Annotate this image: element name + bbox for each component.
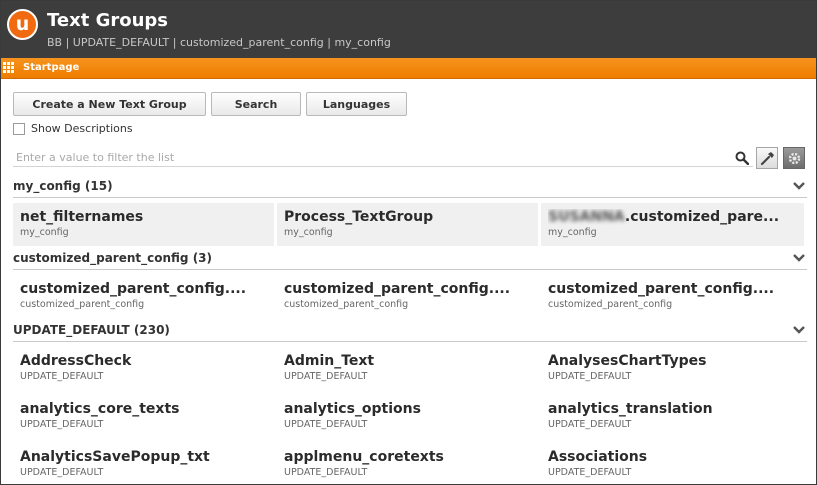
item-name: SUSANNA.customized_pare...: [548, 209, 780, 225]
filter-input[interactable]: [13, 148, 753, 167]
list-item[interactable]: AddressCheck UPDATE_DEFAULT: [13, 347, 274, 390]
list-item[interactable]: customized_parent_config.... customized_…: [13, 275, 274, 318]
search-icon[interactable]: [735, 151, 749, 165]
section-title: customized_parent_config (3): [13, 251, 213, 265]
list-item[interactable]: AnalyticsSavePopup_txt UPDATE_DEFAULT: [13, 443, 274, 484]
item-config: my_config: [284, 227, 333, 238]
chevron-down-icon[interactable]: [793, 182, 805, 190]
list-item[interactable]: applmenu_coretexts UPDATE_DEFAULT: [277, 443, 538, 484]
section-header-my-config[interactable]: my_config (15): [13, 177, 807, 198]
item-name: customized_parent_config....: [548, 281, 775, 297]
tab-startpage[interactable]: Startpage: [23, 62, 79, 73]
app-window: u Text Groups BB | UPDATE_DEFAULT | cust…: [0, 0, 817, 485]
gear-icon: [788, 152, 800, 164]
item-name: AnalysesChartTypes: [548, 353, 707, 369]
list-item[interactable]: analytics_core_texts UPDATE_DEFAULT: [13, 395, 274, 438]
item-config: UPDATE_DEFAULT: [548, 419, 632, 430]
list-item[interactable]: analytics_options UPDATE_DEFAULT: [277, 395, 538, 438]
show-descriptions-label: Show Descriptions: [31, 122, 133, 135]
list-item[interactable]: customized_parent_config.... customized_…: [277, 275, 538, 318]
item-name: analytics_core_texts: [20, 401, 180, 417]
app-header: u Text Groups BB | UPDATE_DEFAULT | cust…: [1, 1, 816, 58]
item-name: customized_parent_config....: [284, 281, 511, 297]
item-name: net_filternames: [20, 209, 144, 225]
chevron-down-icon[interactable]: [793, 254, 805, 262]
item-config: UPDATE_DEFAULT: [548, 467, 632, 478]
languages-button[interactable]: Languages: [306, 92, 407, 116]
list-item[interactable]: customized_parent_config.... customized_…: [541, 275, 804, 318]
settings-button[interactable]: [783, 147, 805, 169]
redacted-text: SUSANNA: [548, 209, 625, 225]
item-name: customized_parent_config....: [20, 281, 247, 297]
tab-bar: Startpage: [1, 58, 816, 79]
show-descriptions-checkbox[interactable]: [13, 122, 25, 135]
app-logo: u: [7, 9, 38, 40]
list-item[interactable]: Admin_Text UPDATE_DEFAULT: [277, 347, 538, 390]
show-descriptions-toggle[interactable]: Show Descriptions: [13, 122, 133, 135]
item-config: UPDATE_DEFAULT: [284, 371, 368, 382]
list-item[interactable]: AnalysesChartTypes UPDATE_DEFAULT: [541, 347, 804, 390]
page-title: Text Groups: [47, 10, 169, 31]
chevron-down-icon[interactable]: [793, 326, 805, 334]
list-item[interactable]: analytics_translation UPDATE_DEFAULT: [541, 395, 804, 438]
section-title: UPDATE_DEFAULT (230): [13, 323, 170, 337]
list-item[interactable]: Associations UPDATE_DEFAULT: [541, 443, 804, 484]
item-config: my_config: [20, 227, 69, 238]
item-config: UPDATE_DEFAULT: [284, 467, 368, 478]
item-config: UPDATE_DEFAULT: [20, 419, 104, 430]
wrench-icon: [760, 151, 774, 165]
item-name: Admin_Text: [284, 353, 375, 369]
create-text-group-button[interactable]: Create a New Text Group: [13, 92, 206, 116]
apps-grid-icon[interactable]: [3, 62, 14, 73]
item-name: Associations: [548, 449, 648, 465]
item-config: customized_parent_config: [548, 299, 673, 310]
item-name: analytics_options: [284, 401, 421, 417]
item-config: UPDATE_DEFAULT: [20, 371, 104, 382]
list-item[interactable]: SUSANNA.customized_pare... my_config: [541, 203, 804, 246]
tools-button[interactable]: [756, 147, 778, 169]
item-name: AddressCheck: [20, 353, 132, 369]
item-config: customized_parent_config: [20, 299, 145, 310]
item-config: UPDATE_DEFAULT: [20, 467, 104, 478]
section-header-customized-parent-config[interactable]: customized_parent_config (3): [13, 249, 807, 270]
item-name: analytics_translation: [548, 401, 713, 417]
item-config: customized_parent_config: [284, 299, 409, 310]
item-config: my_config: [548, 227, 597, 238]
item-name: AnalyticsSavePopup_txt: [20, 449, 210, 465]
list-item[interactable]: Process_TextGroup my_config: [277, 203, 538, 246]
item-name: applmenu_coretexts: [284, 449, 444, 465]
item-config: UPDATE_DEFAULT: [548, 371, 632, 382]
section-header-update-default[interactable]: UPDATE_DEFAULT (230): [13, 321, 807, 342]
search-button[interactable]: Search: [211, 92, 301, 116]
section-title: my_config (15): [13, 179, 113, 193]
breadcrumb: BB | UPDATE_DEFAULT | customized_parent_…: [47, 36, 391, 49]
list-item[interactable]: net_filternames my_config: [13, 203, 274, 246]
item-name: Process_TextGroup: [284, 209, 434, 225]
item-config: UPDATE_DEFAULT: [284, 419, 368, 430]
